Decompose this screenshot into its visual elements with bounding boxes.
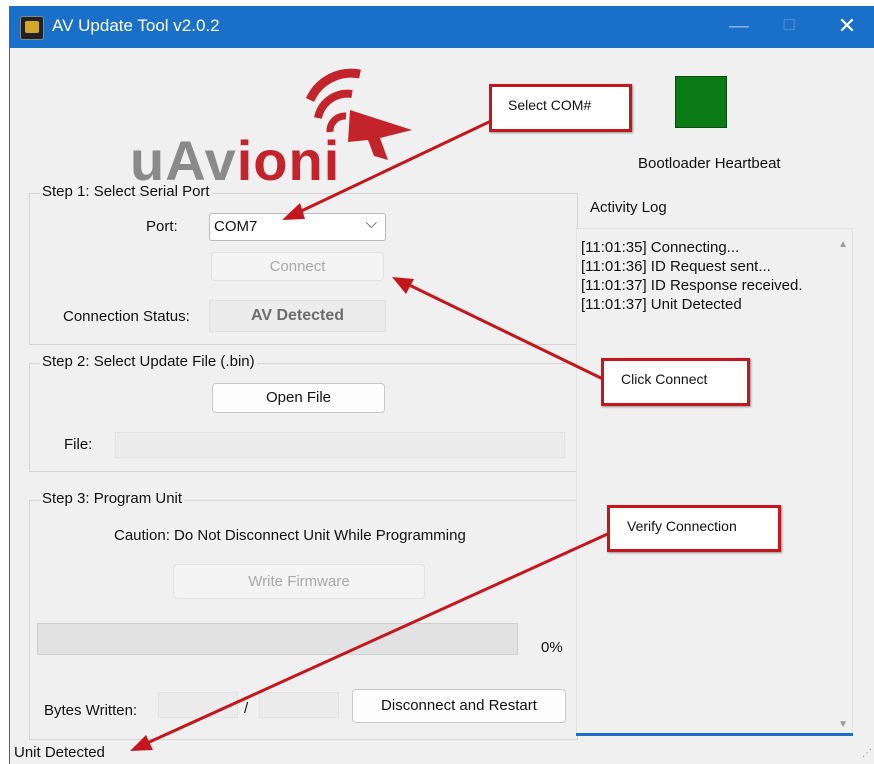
callout-verify-connection: Verify Connection [607, 505, 781, 552]
arrow-to-connect [404, 281, 606, 382]
callout-select-com: Select COM# [489, 84, 632, 132]
arrow-to-status [144, 530, 613, 746]
arrow-to-port [294, 110, 511, 216]
callout-click-connect: Click Connect [601, 358, 750, 406]
